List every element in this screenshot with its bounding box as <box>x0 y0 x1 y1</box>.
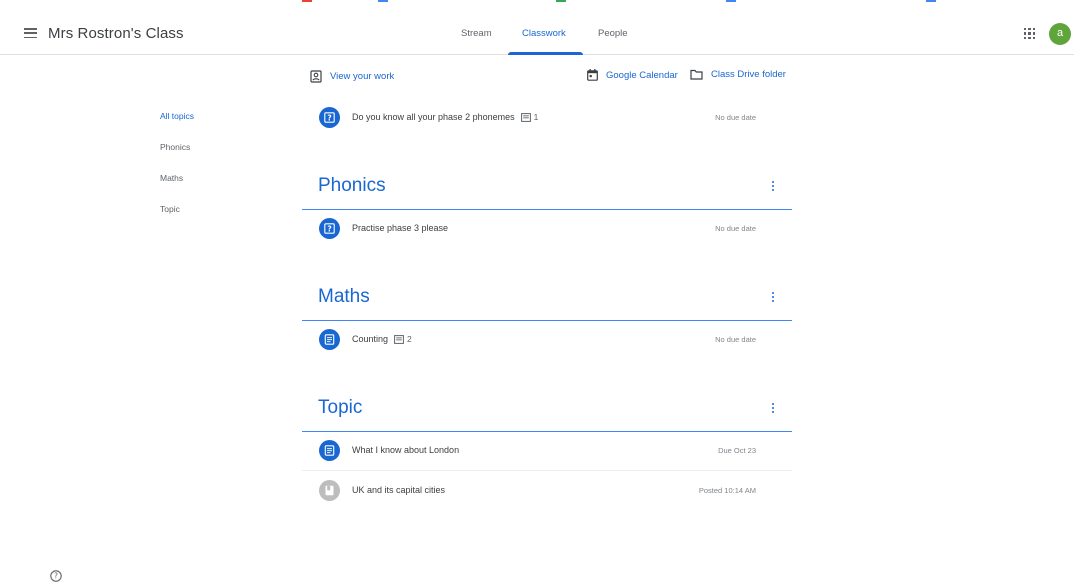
assignment-icon <box>319 329 340 350</box>
comment-count-value: 1 <box>533 112 539 122</box>
question-icon: ? <box>319 107 340 128</box>
item-title: Counting <box>352 334 389 344</box>
item-title: What I know about London <box>352 445 460 455</box>
svg-text:?: ? <box>54 572 58 581</box>
calendar-icon <box>587 69 598 81</box>
folder-icon <box>690 69 703 80</box>
item-title: Do you know all your phase 2 phonemes <box>352 112 515 122</box>
row-divider <box>302 470 792 471</box>
more-options-icon[interactable] <box>770 403 776 415</box>
item-due-date: Due Oct 23 <box>718 446 756 455</box>
topic-nav-phonics[interactable]: Phonics <box>160 142 190 152</box>
comment-icon <box>520 112 531 122</box>
app-header: Mrs Rostron's Class Stream Classwork Peo… <box>0 14 1074 55</box>
tab-classwork[interactable]: Classwork <box>522 28 566 39</box>
view-your-work-label: View your work <box>330 71 395 82</box>
main-menu-icon[interactable] <box>24 28 37 39</box>
classwork-item[interactable]: ? Practise phase 3 please No due date <box>302 210 792 248</box>
more-options-icon[interactable] <box>770 292 776 304</box>
google-calendar-label: Google Calendar <box>606 69 678 81</box>
account-avatar[interactable]: a <box>1049 23 1071 45</box>
topic-nav-all-topics[interactable]: All topics <box>160 111 194 121</box>
item-posted-time: Posted 10:14 AM <box>698 486 756 495</box>
svg-text:?: ? <box>327 224 331 233</box>
topic-nav-topic[interactable]: Topic <box>160 204 180 214</box>
person-badge-icon <box>310 70 322 83</box>
tab-people[interactable]: People <box>598 28 628 39</box>
classwork-item[interactable]: Counting 2 No due date <box>302 321 792 359</box>
classwork-item[interactable]: ? Do you know all your phase 2 phonemes … <box>302 99 792 137</box>
classwork-item[interactable]: UK and its capital cities Posted 10:14 A… <box>302 472 792 510</box>
item-title: UK and its capital cities <box>352 485 446 495</box>
item-due-date: No due date <box>715 113 756 122</box>
class-drive-folder-link[interactable]: Class Drive folder <box>690 69 786 80</box>
section-title-phonics[interactable]: Phonics <box>318 175 386 197</box>
item-title: Practise phase 3 please <box>352 223 449 233</box>
question-icon: ? <box>319 218 340 239</box>
class-title[interactable]: Mrs Rostron's Class <box>48 25 184 42</box>
svg-text:?: ? <box>327 113 331 122</box>
top-color-stripe <box>0 0 1074 3</box>
tab-stream[interactable]: Stream <box>461 28 492 39</box>
assignment-icon <box>319 440 340 461</box>
comment-count: 2 <box>394 334 412 344</box>
topic-nav-maths[interactable]: Maths <box>160 173 183 183</box>
google-calendar-link[interactable]: Google Calendar <box>587 69 678 81</box>
material-icon <box>319 480 340 501</box>
section-title-maths[interactable]: Maths <box>318 286 370 308</box>
class-drive-folder-label: Class Drive folder <box>711 69 786 80</box>
item-due-date: No due date <box>715 224 756 233</box>
view-your-work-link[interactable]: View your work <box>310 70 394 83</box>
more-options-icon[interactable] <box>770 181 776 193</box>
google-apps-icon[interactable] <box>1024 28 1035 39</box>
comment-icon <box>394 334 404 344</box>
help-icon[interactable]: ? <box>50 569 62 582</box>
classwork-item[interactable]: What I know about London Due Oct 23 <box>302 432 792 470</box>
section-title-topic[interactable]: Topic <box>318 397 362 419</box>
item-due-date: No due date <box>715 335 756 344</box>
comment-count: 1 <box>520 112 539 122</box>
active-tab-indicator <box>508 52 583 55</box>
comment-count-value: 2 <box>407 334 412 344</box>
